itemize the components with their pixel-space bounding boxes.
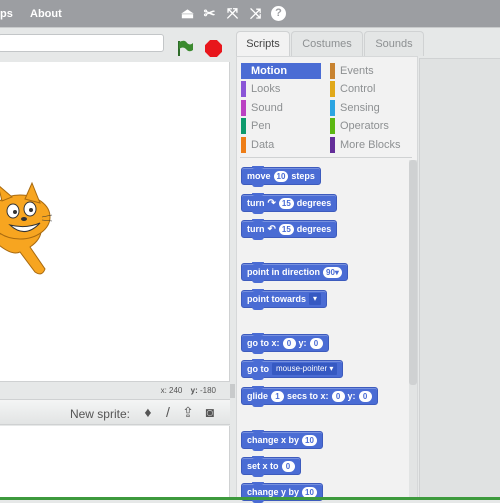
category-looks[interactable]: Looks bbox=[241, 81, 319, 97]
block-text: point in direction bbox=[247, 267, 320, 277]
change-x-input[interactable]: 10 bbox=[302, 434, 317, 446]
change-y-input[interactable]: 10 bbox=[302, 486, 317, 498]
category-sound[interactable]: Sound bbox=[241, 100, 319, 116]
x-value: 240 bbox=[169, 386, 183, 395]
help-icon[interactable]: ? bbox=[271, 6, 286, 21]
block-turn-right[interactable]: turn ↷ 15 degrees bbox=[241, 193, 338, 214]
palette-divider bbox=[240, 157, 412, 158]
tab-costumes[interactable]: Costumes bbox=[291, 31, 363, 56]
cat-sprite[interactable] bbox=[0, 177, 70, 277]
block-text: point towards bbox=[247, 294, 306, 304]
block-turn-left[interactable]: turn ↶ 15 degrees bbox=[241, 219, 338, 240]
menu-tips[interactable]: ps bbox=[0, 8, 13, 20]
tab-scripts[interactable]: Scripts bbox=[236, 31, 290, 58]
degrees-input[interactable]: 15 bbox=[278, 223, 294, 235]
block-text: go to bbox=[247, 364, 269, 374]
block-go-to-xy[interactable]: go to x: 0 y: 0 bbox=[241, 333, 329, 354]
panel-resize-handle[interactable] bbox=[230, 384, 235, 398]
category-label: Motion bbox=[251, 65, 288, 77]
block-text: go to x: bbox=[247, 338, 280, 348]
towards-dropdown[interactable]: ▾ bbox=[309, 293, 322, 305]
category-pen[interactable]: Pen bbox=[241, 118, 319, 134]
category-sensing[interactable]: Sensing bbox=[330, 100, 408, 116]
block-text: glide bbox=[247, 391, 269, 401]
block-text: change y by bbox=[247, 487, 300, 497]
sprite-list bbox=[0, 426, 230, 500]
y-input[interactable]: 0 bbox=[309, 337, 323, 349]
stop-sign-icon[interactable] bbox=[205, 40, 222, 57]
set-x-input[interactable]: 0 bbox=[281, 460, 295, 472]
block-go-to[interactable]: go to mouse-pointer ▾ bbox=[241, 359, 344, 380]
block-text: secs to x: bbox=[287, 391, 329, 401]
category-label: More Blocks bbox=[340, 139, 401, 151]
y-label: y: bbox=[190, 386, 198, 395]
block-text: change x by bbox=[247, 435, 300, 445]
scripts-area[interactable] bbox=[419, 58, 500, 500]
grow-icon[interactable]: ⤧ bbox=[225, 6, 240, 21]
rotate-clockwise-icon: ↷ bbox=[267, 197, 276, 209]
y-input[interactable]: 0 bbox=[358, 390, 372, 402]
mouse-coordinates: x: 240 y: -180 bbox=[0, 383, 230, 399]
cut-scissors-icon[interactable]: ✂ bbox=[202, 6, 217, 21]
degrees-input[interactable]: 15 bbox=[278, 197, 294, 209]
block-point-in-direction[interactable]: point in direction 90▾ bbox=[241, 262, 348, 283]
category-operators[interactable]: Operators bbox=[330, 118, 408, 134]
steps-input[interactable]: 10 bbox=[273, 170, 289, 182]
block-text: steps bbox=[291, 171, 315, 181]
block-text: degrees bbox=[296, 198, 332, 208]
project-title-input[interactable] bbox=[0, 34, 164, 52]
category-events[interactable]: Events bbox=[330, 63, 408, 79]
x-label: x: bbox=[160, 386, 167, 395]
category-motion[interactable]: Motion bbox=[241, 63, 321, 79]
block-point-towards[interactable]: point towards ▾ bbox=[241, 289, 328, 310]
block-text: move bbox=[247, 171, 271, 181]
category-label: Sound bbox=[251, 102, 283, 114]
green-flag-icon[interactable] bbox=[176, 39, 194, 57]
new-sprite-label: New sprite: bbox=[69, 407, 130, 421]
shrink-icon[interactable]: ⤨ bbox=[248, 6, 263, 21]
secs-input[interactable]: 1 bbox=[271, 390, 285, 402]
block-text: turn bbox=[247, 224, 265, 234]
menu-about[interactable]: About bbox=[30, 8, 62, 20]
stage-canvas[interactable] bbox=[0, 62, 230, 382]
block-text: y: bbox=[298, 338, 307, 348]
sprites-toolbar: New sprite: ♦ / ⇪ ◙ bbox=[0, 399, 230, 425]
block-text: y: bbox=[347, 391, 356, 401]
category-data[interactable]: Data bbox=[241, 137, 319, 153]
block-set-x[interactable]: set x to 0 bbox=[241, 456, 301, 477]
category-label: Pen bbox=[251, 120, 271, 132]
direction-dropdown[interactable]: 90▾ bbox=[323, 266, 342, 278]
choose-from-library-icon[interactable]: ♦ bbox=[140, 404, 156, 420]
y-value: -180 bbox=[199, 386, 216, 395]
paint-new-sprite-icon[interactable]: / bbox=[160, 404, 176, 420]
category-label: Events bbox=[340, 65, 374, 77]
category-label: Operators bbox=[340, 120, 389, 132]
menu-bar: ps About ⏏ ✂ ⤧ ⤨ ? bbox=[0, 0, 500, 28]
block-change-x[interactable]: change x by 10 bbox=[241, 430, 323, 451]
category-more-blocks[interactable]: More Blocks bbox=[330, 137, 408, 153]
block-text: degrees bbox=[296, 224, 332, 234]
category-label: Looks bbox=[251, 83, 281, 95]
rotate-counterclockwise-icon: ↶ bbox=[267, 223, 276, 235]
block-glide[interactable]: glide 1 secs to x: 0 y: 0 bbox=[241, 386, 378, 407]
duplicate-stamp-icon[interactable]: ⏏ bbox=[180, 6, 195, 21]
category-label: Control bbox=[340, 83, 376, 95]
camera-icon[interactable]: ◙ bbox=[202, 404, 218, 420]
x-input[interactable]: 0 bbox=[282, 337, 296, 349]
block-move-steps[interactable]: move 10 steps bbox=[241, 166, 321, 187]
palette-scrollbar-thumb[interactable] bbox=[409, 160, 417, 385]
block-text: turn bbox=[247, 198, 265, 208]
upload-sprite-icon[interactable]: ⇪ bbox=[180, 404, 196, 420]
tab-sounds[interactable]: Sounds bbox=[364, 31, 424, 56]
go-to-target-dropdown[interactable]: mouse-pointer ▾ bbox=[272, 363, 338, 375]
block-text: set x to bbox=[247, 461, 279, 471]
x-input[interactable]: 0 bbox=[331, 390, 345, 402]
category-label: Sensing bbox=[340, 102, 380, 114]
category-label: Data bbox=[251, 139, 275, 151]
category-control[interactable]: Control bbox=[330, 81, 408, 97]
